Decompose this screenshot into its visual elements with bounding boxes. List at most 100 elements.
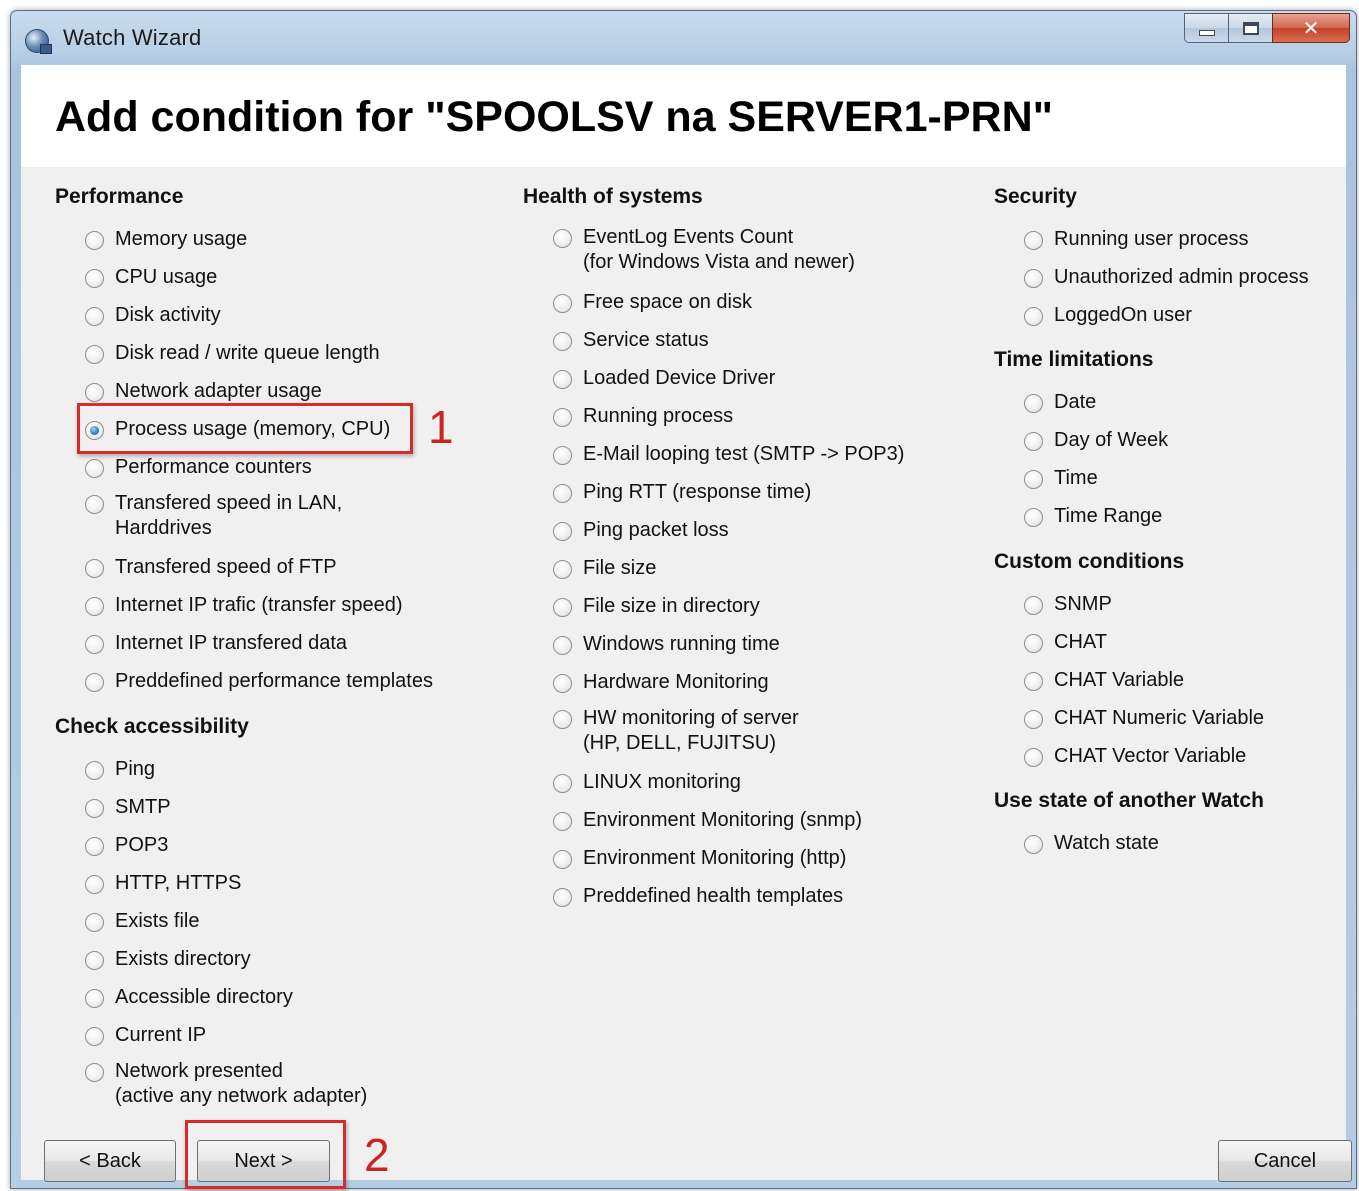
- option-label: Harddrives: [115, 517, 212, 539]
- option-label: Exists directory: [115, 948, 251, 970]
- radio-button[interactable]: [553, 636, 572, 655]
- radio-button[interactable]: [85, 799, 104, 818]
- radio-button[interactable]: [85, 559, 104, 578]
- radio-button[interactable]: [85, 761, 104, 780]
- radio-button[interactable]: [85, 1027, 104, 1046]
- option-label: Preddefined health templates: [583, 885, 844, 907]
- back-button[interactable]: < Back: [44, 1140, 176, 1182]
- radio-button[interactable]: [85, 989, 104, 1008]
- radio-button[interactable]: [553, 408, 572, 427]
- radio-button[interactable]: [85, 913, 104, 932]
- radio-button[interactable]: [1024, 269, 1043, 288]
- annotation-marker-1: 1: [428, 401, 454, 453]
- option-label: Hardware Monitoring: [583, 671, 769, 693]
- radio-button[interactable]: [553, 888, 572, 907]
- radio-button[interactable]: [553, 484, 572, 503]
- close-button[interactable]: ✕: [1272, 13, 1350, 43]
- option-label: Transfered speed in LAN,: [115, 492, 343, 514]
- option-label: POP3: [115, 834, 169, 856]
- radio-button[interactable]: [1024, 432, 1043, 451]
- option-label: Exists file: [115, 910, 200, 932]
- minimize-button[interactable]: [1184, 13, 1228, 43]
- radio-button[interactable]: [85, 597, 104, 616]
- radio-button[interactable]: [553, 674, 572, 693]
- radio-button[interactable]: [1024, 508, 1043, 527]
- option-label: Environment Monitoring (snmp): [583, 809, 862, 831]
- option-label: File size: [583, 557, 657, 579]
- radio-button[interactable]: [1024, 710, 1043, 729]
- option-label: Disk activity: [115, 304, 221, 326]
- wizard-content: Add condition for "SPOOLSV na SERVER1-PR…: [21, 65, 1352, 1189]
- radio-button[interactable]: [85, 231, 104, 250]
- radio-button[interactable]: [1024, 307, 1043, 326]
- radio-button[interactable]: [85, 345, 104, 364]
- option-label: Ping: [115, 758, 156, 780]
- cancel-button[interactable]: Cancel: [1218, 1140, 1352, 1182]
- radio-button[interactable]: [85, 635, 104, 654]
- radio-button[interactable]: [1024, 596, 1043, 615]
- option-label: LINUX monitoring: [583, 771, 741, 793]
- radio-button[interactable]: [553, 598, 572, 617]
- window-controls: ✕: [1184, 13, 1350, 47]
- radio-button[interactable]: [553, 446, 572, 465]
- radio-button[interactable]: [85, 269, 104, 288]
- wizard-header: Add condition for "SPOOLSV na SERVER1-PR…: [21, 65, 1346, 167]
- option-label: Loaded Device Driver: [583, 367, 776, 389]
- radio-button[interactable]: [1024, 672, 1043, 691]
- radio-button[interactable]: [85, 875, 104, 894]
- radio-button[interactable]: [553, 522, 572, 541]
- radio-button[interactable]: [85, 459, 104, 478]
- option-label: CHAT Variable: [1054, 669, 1185, 691]
- radio-button[interactable]: [553, 710, 572, 729]
- radio-button[interactable]: [553, 774, 572, 793]
- option-label: Network adapter usage: [115, 380, 322, 402]
- radio-button[interactable]: [85, 307, 104, 326]
- option-label: Service status: [583, 329, 709, 351]
- option-label: LoggedOn user: [1054, 304, 1192, 326]
- option-label: Watch state: [1054, 832, 1159, 854]
- radio-button[interactable]: [1024, 634, 1043, 653]
- close-icon: ✕: [1302, 17, 1320, 40]
- radio-button[interactable]: [553, 850, 572, 869]
- radio-button[interactable]: [85, 837, 104, 856]
- section-title-accessibility: Check accessibility: [55, 715, 249, 738]
- radio-button[interactable]: [553, 812, 572, 831]
- option-label: Time: [1054, 467, 1098, 489]
- option-label: Internet IP transfered data: [115, 632, 348, 654]
- section-title-custom: Custom conditions: [994, 550, 1185, 573]
- option-label: HW monitoring of server: [583, 707, 799, 729]
- option-label: Disk read / write queue length: [115, 342, 380, 364]
- radio-button[interactable]: [85, 673, 104, 692]
- radio-button[interactable]: [1024, 394, 1043, 413]
- radio-button[interactable]: [1024, 231, 1043, 250]
- option-label: Windows running time: [583, 633, 780, 655]
- radio-button[interactable]: [553, 294, 572, 313]
- radio-button[interactable]: [553, 229, 572, 248]
- radio-button[interactable]: [85, 951, 104, 970]
- section-title-security: Security: [994, 185, 1077, 208]
- option-label: CPU usage: [115, 266, 218, 288]
- option-label: Memory usage: [115, 228, 248, 250]
- page-title: Add condition for "SPOOLSV na SERVER1-PR…: [55, 93, 1054, 141]
- option-label: E-Mail looping test (SMTP -> POP3): [583, 443, 905, 465]
- option-label: Internet IP trafic (transfer speed): [115, 594, 403, 616]
- option-label: SMTP: [115, 796, 171, 818]
- app-icon: [25, 29, 52, 54]
- radio-button[interactable]: [553, 332, 572, 351]
- radio-button[interactable]: [1024, 470, 1043, 489]
- radio-button[interactable]: [85, 495, 104, 514]
- radio-button[interactable]: [85, 383, 104, 402]
- radio-button[interactable]: [85, 1063, 104, 1082]
- maximize-button[interactable]: [1228, 13, 1272, 43]
- option-label: CHAT Numeric Variable: [1054, 707, 1265, 729]
- watch-wizard-window: Watch Wizard ✕ Add condition for "SPOOLS…: [10, 10, 1357, 1189]
- radio-button[interactable]: [553, 370, 572, 389]
- title-bar[interactable]: Watch Wizard ✕: [11, 11, 1356, 63]
- maximize-icon: [1242, 21, 1259, 35]
- option-label: HTTP, HTTPS: [115, 872, 242, 894]
- radio-button[interactable]: [553, 560, 572, 579]
- option-label: Running user process: [1054, 228, 1249, 250]
- radio-button[interactable]: [1024, 748, 1043, 767]
- option-label: Performance counters: [115, 456, 312, 478]
- radio-button[interactable]: [1024, 835, 1043, 854]
